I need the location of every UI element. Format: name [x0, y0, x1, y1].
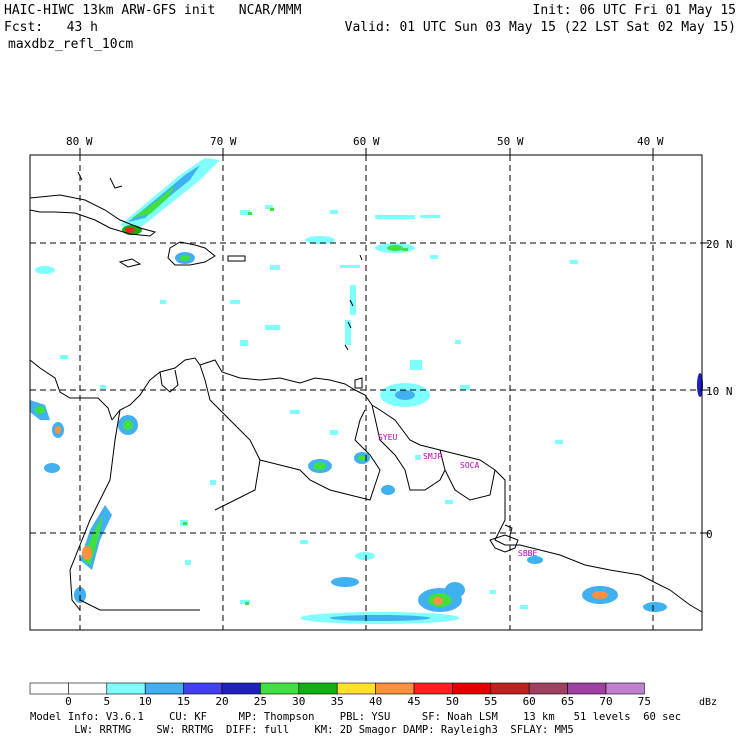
colorbar-swatch [144, 682, 184, 695]
colorbar-tick-label: 35 [331, 695, 344, 708]
colorbar-swatch [221, 682, 261, 695]
colorbar-unit: dBz [699, 697, 717, 708]
colorbar-swatch [567, 682, 607, 695]
lon-label-60w: 60 W [353, 135, 380, 148]
colorbar-tick-label: 0 [65, 695, 72, 708]
colorbar: 0 5 10 15 20 25 30 35 40 45 50 55 60 65 70 75 dBz [29, 682, 717, 708]
colorbar-swatch [605, 682, 645, 695]
colorbar-swatch [490, 682, 530, 695]
lat-label-0: 0 [706, 528, 713, 541]
colorbar-swatch [375, 682, 415, 695]
colorbar-swatch [528, 682, 568, 695]
colorbar-tick-label: 65 [561, 695, 574, 708]
colorbar-tick-label: 15 [177, 695, 190, 708]
colorbar-swatch [106, 682, 146, 695]
colorbar-swatch [452, 682, 492, 695]
colorbar-tick-label: 60 [523, 695, 536, 708]
colorbar-tick-label: 75 [638, 695, 651, 708]
station-syeu: SYEU [378, 433, 397, 442]
colorbar-tick-label: 5 [103, 695, 110, 708]
axis-ticks [79, 148, 709, 534]
reflectivity-map: 80 W 70 W 60 W 50 W 40 W 20 N 10 N 0 SYE… [29, 135, 733, 708]
station-soca: SOCA [460, 461, 479, 470]
model-info-line1: Model Info: V3.6.1 CU: KF MP: Thompson P… [30, 711, 682, 723]
station-sbbe: SBBE [518, 549, 537, 558]
colorbar-swatch [298, 682, 338, 695]
lat-label-20n: 20 N [706, 238, 733, 251]
colorbar-tick-label: 20 [215, 695, 228, 708]
colorbar-tick-label: 10 [139, 695, 152, 708]
colorbar-swatch [29, 682, 69, 695]
lon-label-50w: 50 W [497, 135, 524, 148]
station-smjp: SMJP [423, 452, 442, 461]
model-info-line2: LW: RRTMG SW: RRTMG DIFF: full KM: 2D Sm… [30, 724, 574, 736]
colorbar-tick-label: 45 [407, 695, 420, 708]
colorbar-tick-label: 50 [446, 695, 459, 708]
lon-label-40w: 40 W [637, 135, 664, 148]
lat-label-10n: 10 N [706, 385, 733, 398]
colorbar-tick-label: 40 [369, 695, 382, 708]
colorbar-swatch [68, 682, 108, 695]
colorbar-swatch [336, 682, 376, 695]
colorbar-swatch [183, 682, 223, 695]
lon-label-70w: 70 W [210, 135, 237, 148]
colorbar-tick-label: 55 [484, 695, 497, 708]
colorbar-tick-label: 30 [292, 695, 305, 708]
colorbar-tick-label: 25 [254, 695, 267, 708]
colorbar-tick-label: 70 [599, 695, 612, 708]
colorbar-swatch [413, 682, 453, 695]
colorbar-swatch [260, 682, 300, 695]
lon-label-80w: 80 W [66, 135, 93, 148]
